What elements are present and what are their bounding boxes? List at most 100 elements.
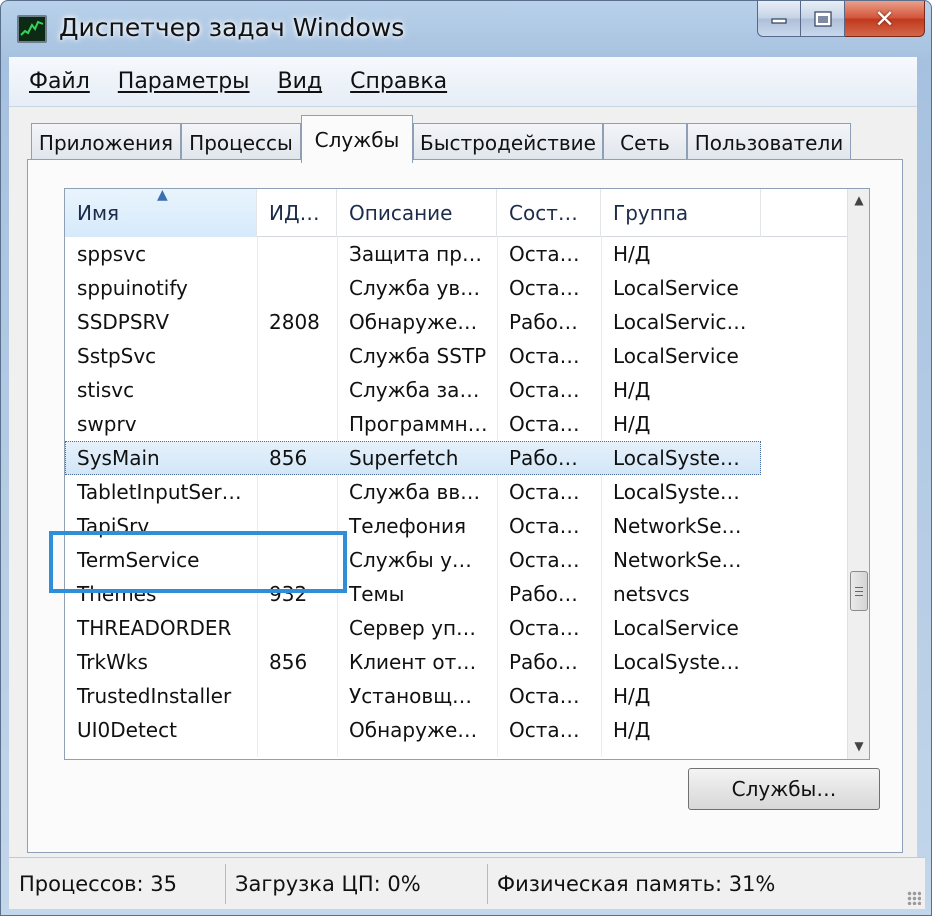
service-pid bbox=[257, 271, 337, 305]
service-group: Н/Д bbox=[613, 718, 651, 742]
service-group: NetworkSe… bbox=[613, 548, 742, 572]
service-pid bbox=[257, 339, 337, 373]
close-icon: ✕ bbox=[874, 4, 895, 33]
service-name: SysMain bbox=[77, 446, 160, 470]
scrollbar-thumb[interactable] bbox=[850, 571, 868, 611]
client-area: Приложения Процессы Службы Быстродействи… bbox=[9, 107, 917, 857]
service-status: Оста… bbox=[509, 412, 580, 436]
window-title: Диспетчер задач Windows bbox=[59, 13, 405, 42]
title-bar[interactable]: Диспетчер задач Windows ✕ bbox=[1, 1, 931, 57]
service-status: Оста… bbox=[509, 344, 580, 368]
tab-performance[interactable]: Быстродействие bbox=[413, 123, 603, 161]
column-header-name[interactable]: ▲ Имя bbox=[65, 189, 257, 237]
status-processes: Процессов: 35 bbox=[19, 872, 177, 896]
table-row[interactable]: UI0Detect Обнаруже… Оста… Н/Д bbox=[65, 713, 849, 747]
services-list[interactable]: ▲ Имя ИД… Описание Сост… Группа sppsvc За… bbox=[64, 188, 870, 760]
service-description: Службы у… bbox=[349, 548, 472, 572]
service-status: Рабо… bbox=[509, 310, 578, 334]
service-name: TabletInputSer… bbox=[77, 480, 242, 504]
column-header-group[interactable]: Группа bbox=[601, 189, 761, 237]
table-row[interactable]: SSDPSRV 2808 Обнаруже… Рабо… LocalServic… bbox=[65, 305, 849, 339]
tab-users[interactable]: Пользователи bbox=[687, 123, 851, 161]
menu-bar: Файл Параметры Вид Справка bbox=[9, 57, 917, 107]
service-description: Сервер уп… bbox=[349, 616, 477, 640]
service-pid bbox=[257, 475, 337, 509]
tab-services[interactable]: Службы bbox=[301, 115, 413, 163]
service-description: Темы bbox=[349, 582, 405, 606]
service-group: LocalService bbox=[613, 616, 739, 640]
service-pid bbox=[257, 679, 337, 713]
menu-options[interactable]: Параметры bbox=[118, 69, 250, 94]
status-cpu: Загрузка ЦП: 0% bbox=[235, 872, 421, 896]
menu-help[interactable]: Справка bbox=[350, 69, 447, 94]
service-group: LocalSyste… bbox=[613, 650, 740, 674]
service-status: Оста… bbox=[509, 514, 580, 538]
service-status: Оста… bbox=[509, 548, 580, 572]
service-status: Рабо… bbox=[509, 446, 578, 470]
service-group: LocalService bbox=[613, 344, 739, 368]
service-status: Рабо… bbox=[509, 582, 578, 606]
menu-file[interactable]: Файл bbox=[29, 69, 90, 94]
table-row[interactable]: sppuinotify Служба ув… Оста… LocalService bbox=[65, 271, 849, 305]
table-row[interactable]: SysMain 856 Superfetch Рабо… LocalSyste… bbox=[65, 441, 761, 475]
table-row[interactable]: SstpSvc Служба SSTP Оста… LocalService bbox=[65, 339, 849, 373]
resize-grip-icon[interactable] bbox=[907, 891, 921, 905]
table-row[interactable]: THREADORDER Сервер уп… Оста… LocalService bbox=[65, 611, 849, 645]
close-button[interactable]: ✕ bbox=[845, 1, 925, 37]
open-services-button[interactable]: Службы… bbox=[688, 768, 880, 810]
tab-processes[interactable]: Процессы bbox=[181, 123, 301, 161]
service-name: stisvc bbox=[77, 378, 135, 402]
column-header-empty bbox=[761, 189, 849, 237]
table-row[interactable]: swprv Программн… Оста… Н/Д bbox=[65, 407, 849, 441]
table-row[interactable]: sppsvc Защита пр… Оста… Н/Д bbox=[65, 237, 849, 271]
maximize-icon bbox=[813, 10, 832, 27]
maximize-button[interactable] bbox=[801, 1, 845, 37]
service-status: Оста… bbox=[509, 276, 580, 300]
service-description: Телефония bbox=[349, 514, 467, 538]
service-description: Клиент от… bbox=[349, 650, 477, 674]
service-status: Оста… bbox=[509, 684, 580, 708]
service-group: LocalServic… bbox=[613, 310, 747, 334]
vertical-scrollbar[interactable]: ▲ ▼ bbox=[847, 189, 869, 759]
scroll-down-icon[interactable]: ▼ bbox=[848, 735, 869, 757]
sort-ascending-icon: ▲ bbox=[157, 188, 168, 203]
column-header-status[interactable]: Сост… bbox=[497, 189, 601, 237]
column-header-pid[interactable]: ИД… bbox=[257, 189, 337, 237]
tab-network[interactable]: Сеть bbox=[603, 123, 687, 161]
service-group: Н/Д bbox=[613, 412, 651, 436]
service-name: sppuinotify bbox=[77, 276, 188, 300]
service-description: Служба ув… bbox=[349, 276, 481, 300]
service-group: Н/Д bbox=[613, 684, 651, 708]
service-pid bbox=[257, 407, 337, 441]
tab-applications[interactable]: Приложения bbox=[31, 123, 181, 161]
scroll-up-icon[interactable]: ▲ bbox=[848, 189, 869, 211]
service-status: Оста… bbox=[509, 242, 580, 266]
status-memory: Физическая память: 31% bbox=[497, 872, 776, 896]
service-pid bbox=[257, 713, 337, 747]
service-description: Защита пр… bbox=[349, 242, 482, 266]
service-status: Рабо… bbox=[509, 650, 578, 674]
service-pid: 856 bbox=[269, 446, 308, 470]
minimize-button[interactable] bbox=[757, 1, 801, 37]
service-pid: 856 bbox=[269, 650, 308, 674]
service-status: Оста… bbox=[509, 378, 580, 402]
service-group: netsvcs bbox=[613, 582, 690, 606]
service-description: Установщ… bbox=[349, 684, 473, 708]
table-row[interactable]: TrkWks 856 Клиент от… Рабо… LocalSyste… bbox=[65, 645, 849, 679]
service-status: Оста… bbox=[509, 718, 580, 742]
service-name: UI0Detect bbox=[77, 718, 177, 742]
menu-view[interactable]: Вид bbox=[278, 69, 323, 94]
table-row[interactable]: TrustedInstaller Установщ… Оста… Н/Д bbox=[65, 679, 849, 713]
service-description: Обнаруже… bbox=[349, 310, 478, 334]
services-rows: sppsvc Защита пр… Оста… Н/Д sppuinotify Служб… bbox=[65, 237, 849, 747]
list-header: ▲ Имя ИД… Описание Сост… Группа bbox=[65, 189, 849, 237]
table-row[interactable]: stisvc Служба за… Оста… Н/Д bbox=[65, 373, 849, 407]
column-header-description[interactable]: Описание bbox=[337, 189, 497, 237]
table-row[interactable]: TabletInputSer… Служба вв… Оста… LocalSyste… bbox=[65, 475, 849, 509]
task-manager-window: Диспетчер задач Windows ✕ Файл Параметры… bbox=[0, 0, 932, 916]
service-name: SstpSvc bbox=[77, 344, 157, 368]
status-bar: Процессов: 35 Загрузка ЦП: 0% Физическая… bbox=[9, 857, 925, 909]
service-description: Служба вв… bbox=[349, 480, 481, 504]
service-group: NetworkSe… bbox=[613, 514, 742, 538]
service-group: Н/Д bbox=[613, 242, 651, 266]
